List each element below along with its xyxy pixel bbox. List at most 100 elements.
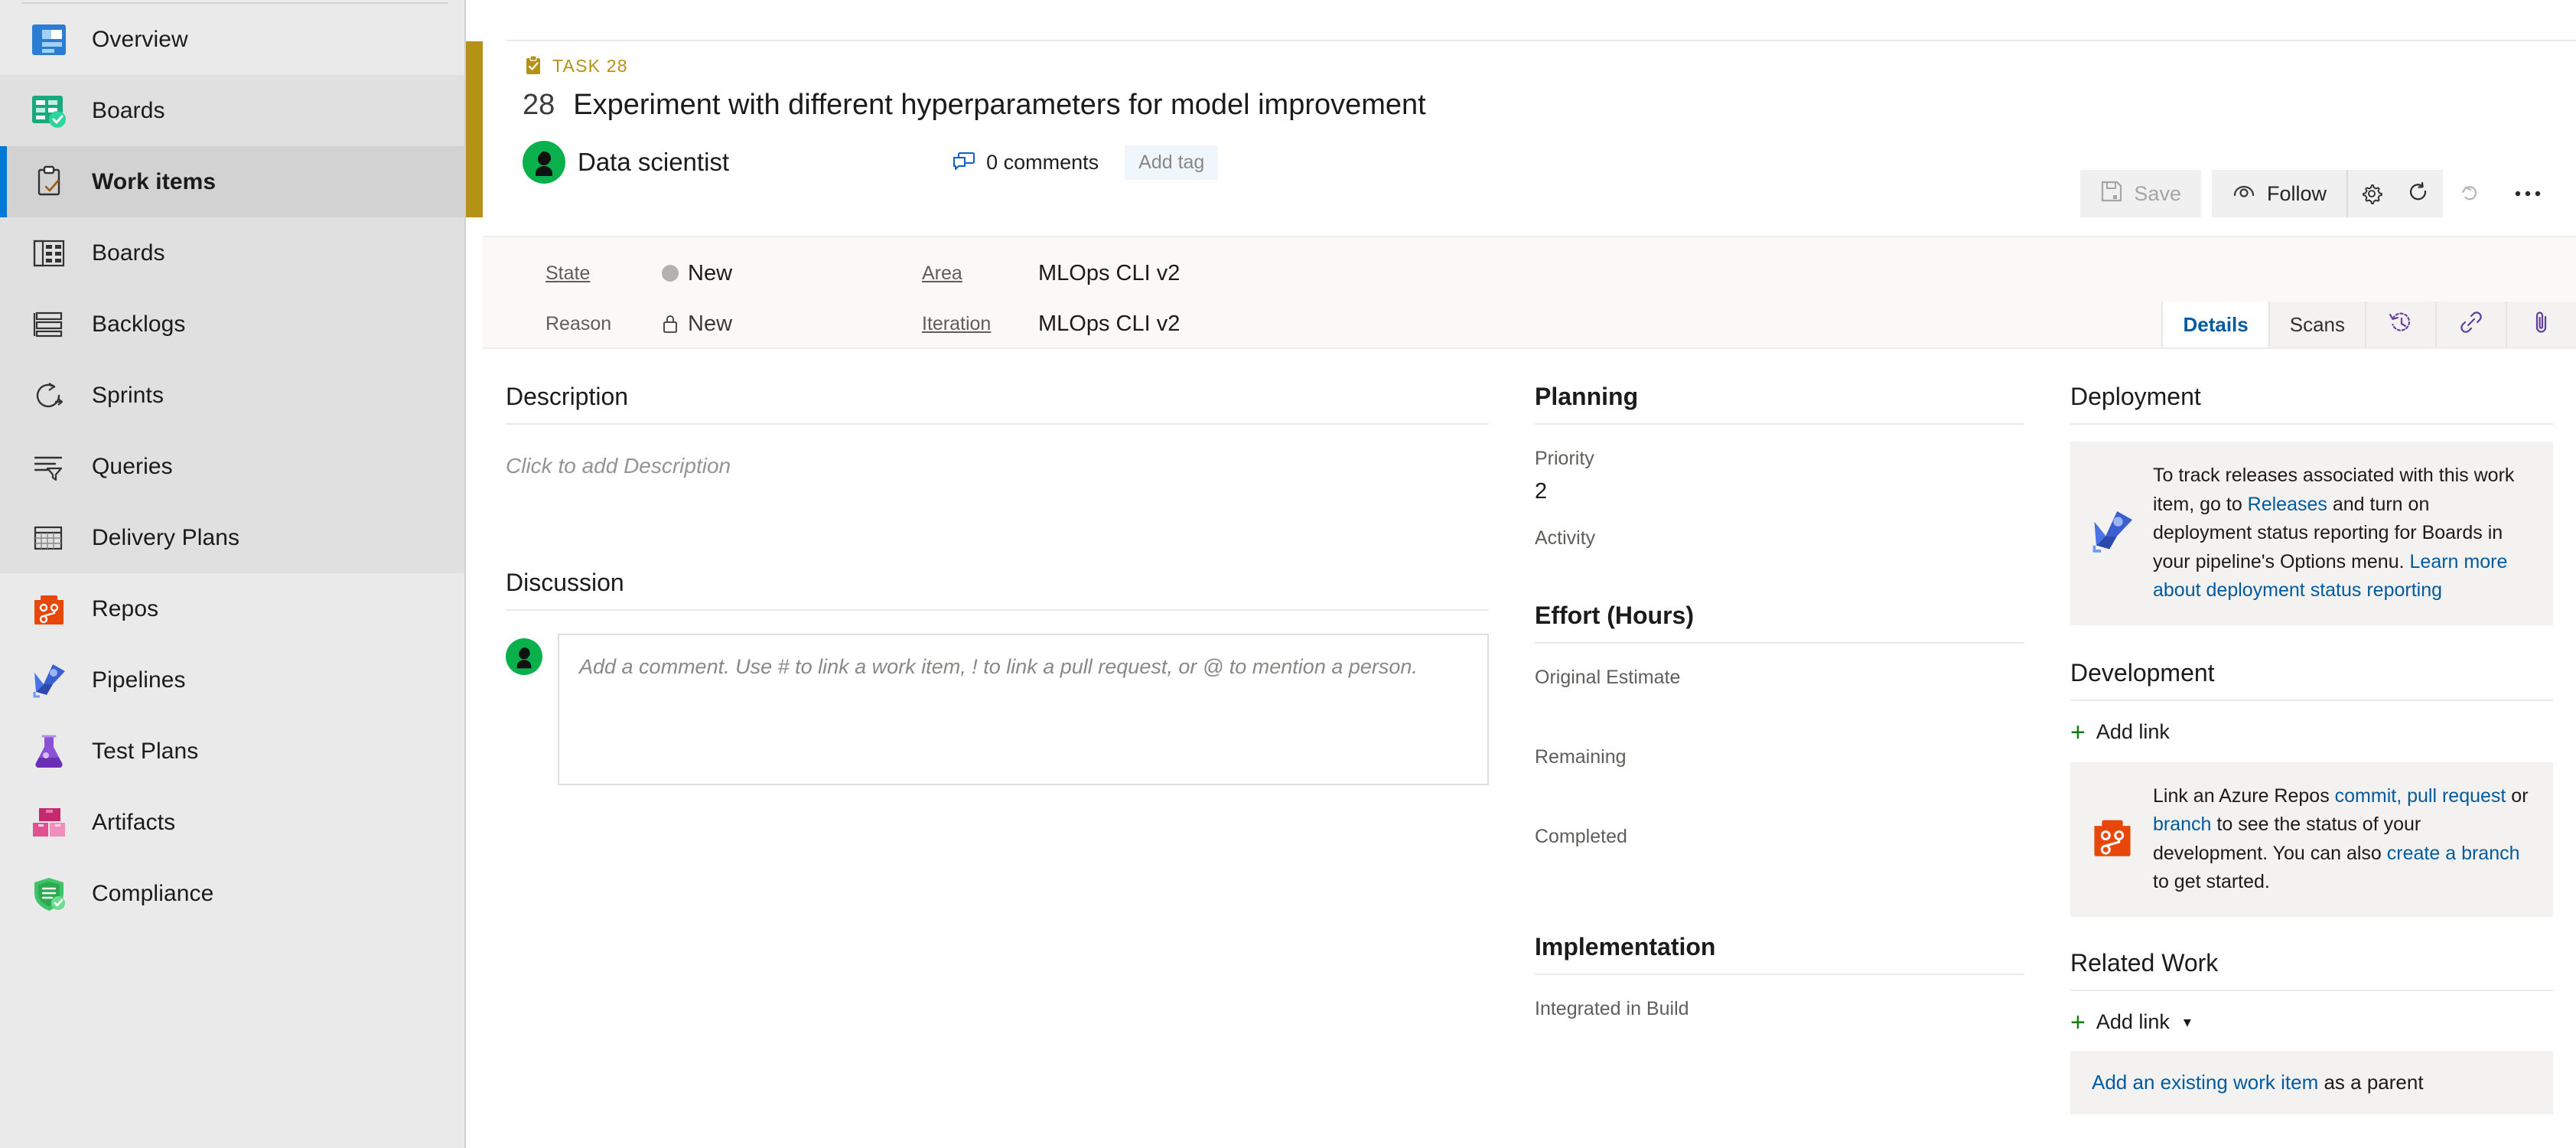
add-link-label: Add link xyxy=(2096,1010,2170,1033)
tab-details[interactable]: Details xyxy=(2161,302,2268,347)
remaining-value[interactable] xyxy=(1535,778,2024,803)
sidebar-item-work-items[interactable]: Work items xyxy=(0,146,464,217)
state-label: State xyxy=(545,262,591,284)
sidebar-item-repos[interactable]: Repos xyxy=(0,573,464,644)
area-value[interactable]: MLOps CLI v2 xyxy=(1038,261,1180,286)
avatar[interactable] xyxy=(523,141,565,184)
state-value[interactable]: New xyxy=(662,261,732,286)
related-work-empty-card: Add an existing work item as a parent xyxy=(2070,1050,2553,1114)
sidebar-item-boards[interactable]: Boards xyxy=(0,217,464,289)
original-estimate-value[interactable] xyxy=(1535,698,2024,723)
deployment-empty-card: To track releases associated with this w… xyxy=(2070,442,2553,625)
follow-button[interactable]: Follow xyxy=(2211,170,2346,217)
sidebar-item-compliance[interactable]: Compliance xyxy=(0,858,464,929)
development-text-3: to get started. xyxy=(2153,871,2270,892)
deployment-column: Deployment To track releases associated … xyxy=(2047,351,2576,1148)
iteration-value[interactable]: MLOps CLI v2 xyxy=(1038,311,1180,337)
deployment-empty-text: To track releases associated with this w… xyxy=(2153,461,2532,605)
iteration-label: Iteration xyxy=(922,312,992,334)
related-work-add-link-button[interactable]: + Add link ▾ xyxy=(2070,1009,2553,1035)
gear-icon[interactable] xyxy=(2348,170,2395,217)
work-item-title-row: 28 Experiment with different hyperparame… xyxy=(506,89,2576,122)
iteration-field-row[interactable]: Iteration MLOps CLI v2 xyxy=(922,305,1180,343)
sidebar-item-overview[interactable]: Overview xyxy=(0,4,464,75)
state-field-row[interactable]: State New xyxy=(545,254,732,292)
area-field-row[interactable]: Area MLOps CLI v2 xyxy=(922,254,1180,292)
fields-column-left: State New Reason New xyxy=(545,254,732,343)
more-actions-icon[interactable] xyxy=(2499,170,2556,217)
attachment-icon xyxy=(2529,309,2555,341)
sidebar-item-label: Sprints xyxy=(92,382,164,408)
sidebar-item-label: Backlogs xyxy=(92,311,186,337)
follow-label: Follow xyxy=(2266,181,2327,205)
reason-field-row: Reason New xyxy=(545,305,732,343)
development-text-1: Link an Azure Repos xyxy=(2153,784,2335,807)
save-button[interactable]: Save xyxy=(2080,170,2201,217)
sidebar-item-sprints[interactable]: Sprints xyxy=(0,360,464,431)
sidebar-group-services: Repos Pipelines Test Plans Artifacts Com… xyxy=(0,573,464,929)
section-divider xyxy=(1535,974,2024,975)
state-dot-icon xyxy=(662,265,679,282)
sidebar-item-label: Queries xyxy=(92,453,173,479)
remaining-label: Remaining xyxy=(1535,746,1627,768)
tab-links[interactable] xyxy=(2435,302,2506,347)
branch-link[interactable]: branch xyxy=(2153,814,2211,835)
refresh-icon[interactable] xyxy=(2395,170,2443,217)
add-existing-work-item-link[interactable]: Add an existing work item xyxy=(2092,1071,2318,1094)
assigned-to-name[interactable]: Data scientist xyxy=(578,148,729,177)
comments-count[interactable]: 0 comments xyxy=(953,151,1099,174)
add-tag-button[interactable]: Add tag xyxy=(1125,145,1219,180)
sidebar-item-backlogs[interactable]: Backlogs xyxy=(0,289,464,360)
work-item-toolbar: Save Follow xyxy=(2080,170,2556,217)
original-estimate-label: Original Estimate xyxy=(1535,667,1681,688)
form-tabstrip: Details Scans xyxy=(2161,302,2576,347)
repos-icon xyxy=(28,588,70,631)
tab-scans[interactable]: Scans xyxy=(2268,302,2365,347)
create-branch-link[interactable]: create a branch xyxy=(2387,843,2520,864)
test-plans-icon xyxy=(28,730,70,773)
discussion-heading: Discussion xyxy=(506,569,624,596)
pull-request-link[interactable]: pull request xyxy=(2407,785,2506,807)
chevron-down-icon: ▾ xyxy=(2183,1014,2191,1031)
backlogs-icon xyxy=(28,303,70,346)
description-placeholder[interactable]: Click to add Description xyxy=(506,454,1489,478)
history-icon xyxy=(2388,309,2414,341)
releases-link[interactable]: Releases xyxy=(2248,494,2327,515)
sidebar-item-test-plans[interactable]: Test Plans xyxy=(0,716,464,787)
sidebar-item-boards-hub[interactable]: Boards xyxy=(0,75,464,146)
activity-label: Activity xyxy=(1535,527,1596,549)
tab-attachments[interactable] xyxy=(2506,302,2576,347)
work-item-title[interactable]: Experiment with different hyperparameter… xyxy=(573,89,1425,122)
sidebar-item-delivery-plans[interactable]: Delivery Plans xyxy=(0,502,464,573)
development-empty-text: Link an Azure Repos commit, pull request… xyxy=(2153,782,2532,897)
section-divider xyxy=(2070,989,2553,991)
sidebar-item-label: Overview xyxy=(92,26,188,52)
tab-history[interactable] xyxy=(2365,302,2435,347)
effort-heading: Effort (Hours) xyxy=(1535,602,1694,629)
avatar[interactable] xyxy=(506,638,542,675)
toolbar-icon-group xyxy=(2346,170,2443,217)
left-sidebar: Overview Boards Work items Boards Backlo… xyxy=(0,0,466,1148)
sidebar-item-artifacts[interactable]: Artifacts xyxy=(0,787,464,858)
development-add-link-button[interactable]: + Add link xyxy=(2070,719,2553,745)
commit-link[interactable]: commit, xyxy=(2335,785,2402,807)
pipelines-icon xyxy=(2089,507,2136,559)
pipelines-icon xyxy=(28,659,70,702)
development-empty-card: Link an Azure Repos commit, pull request… xyxy=(2070,762,2553,917)
completed-value[interactable] xyxy=(1535,857,2024,882)
sidebar-item-pipelines[interactable]: Pipelines xyxy=(0,644,464,716)
sidebar-item-queries[interactable]: Queries xyxy=(0,431,464,502)
save-label: Save xyxy=(2134,181,2181,205)
comments-count-label: 0 comments xyxy=(986,150,1099,174)
description-column: Description Click to add Description Dis… xyxy=(483,351,1512,1148)
sidebar-group-project: Overview xyxy=(0,4,464,75)
planning-heading: Planning xyxy=(1535,383,1639,410)
undo-icon[interactable] xyxy=(2443,170,2499,217)
section-divider xyxy=(1535,423,2024,425)
priority-label: Priority xyxy=(1535,448,1594,469)
section-divider xyxy=(506,609,1489,611)
overview-icon xyxy=(28,18,70,61)
comment-input[interactable]: Add a comment. Use # to link a work item… xyxy=(558,634,1489,785)
priority-value[interactable]: 2 xyxy=(1535,479,2024,504)
sidebar-item-label: Artifacts xyxy=(92,809,176,835)
